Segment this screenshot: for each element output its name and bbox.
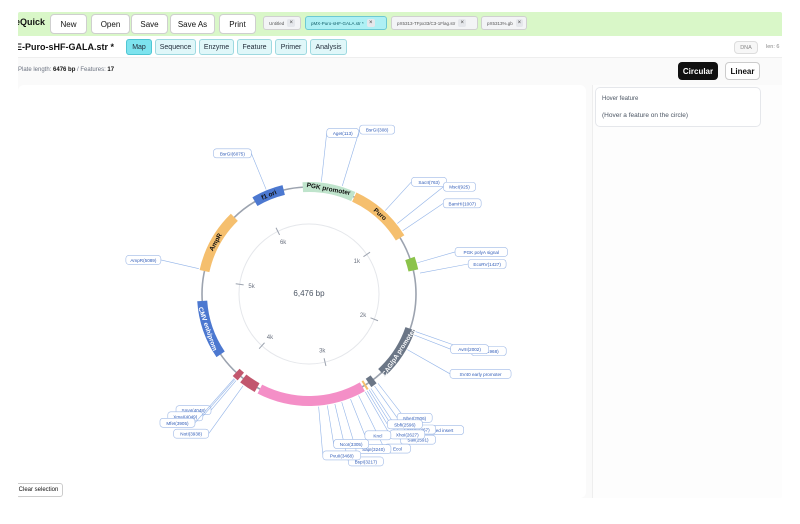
ruler-tick-label: 5k [248, 284, 255, 290]
site-callout-line [419, 263, 469, 274]
app-window: eQuick New Open Save Save As Print Untit… [18, 12, 782, 498]
hover-feature-card: Hover feature (Hover a feature on the ci… [595, 87, 761, 127]
site-label: MscI(925) [449, 185, 470, 190]
plasmid-map-panel: 6,476 bp 1k 2k 3k 4k 5k 6k PGK promoter Puro CAG/… [18, 85, 586, 498]
site-callout-line [202, 379, 236, 417]
ruler-tick [275, 227, 281, 236]
feature-arc [240, 374, 260, 392]
site-label: BsrGI(308) [366, 128, 389, 133]
feature-label: CAG/pA promoter [381, 328, 417, 378]
site-label: PGK polyA signal [464, 250, 500, 255]
feature-arc [257, 382, 365, 406]
site-callout-line [402, 203, 444, 232]
side-panel: Hover feature (Hover a feature on the ci… [592, 85, 782, 498]
site-label: EcoRV(1427) [473, 262, 501, 267]
site-label: SbfI(2596) [394, 422, 416, 427]
site-label: SV40 early promoter [459, 372, 502, 377]
site-label: BamHI(1007) [449, 201, 477, 206]
site-label: AmpR(5089) [130, 258, 157, 263]
ruler-tick [363, 251, 371, 258]
site-callout-line [321, 132, 328, 182]
clear-selection-button[interactable]: Clear selection [18, 483, 63, 497]
site-callout-line [374, 385, 398, 418]
ruler-tick-label: 3k [319, 348, 326, 354]
ruler-tick-label: 6k [280, 240, 287, 246]
site-callout-line [384, 181, 412, 211]
site-label: Ecol [393, 447, 402, 452]
site-callout-line [407, 349, 451, 375]
site-label: AvrII(2002) [458, 347, 481, 352]
site-label: MfeI(3905) [166, 421, 189, 426]
site-label: AgeI(113) [333, 131, 353, 136]
site-label: XhoI(2627) [396, 432, 419, 437]
ruler-tick [235, 283, 244, 286]
site-callout-line [210, 380, 237, 411]
site-label: NotI(3938) [180, 432, 202, 437]
feature-arc [365, 375, 377, 388]
site-label: BsrGI(6075) [220, 151, 245, 156]
site-label: Kncl [373, 433, 382, 438]
site-callout-line [397, 186, 444, 224]
site-label: PvuII(3468) [330, 453, 354, 458]
site-label: NcoI(3305) [340, 442, 363, 447]
site-callout-line [417, 251, 456, 264]
hover-feature-hint: (Hover a feature on the circle) [602, 112, 688, 119]
site-label: SacII(763) [418, 180, 440, 185]
site-callout-line [341, 129, 360, 187]
site-callout-line [251, 153, 267, 190]
hover-feature-title: Hover feature [602, 96, 639, 102]
ruler-tick-label: 4k [267, 335, 274, 341]
site-callout-line [194, 378, 235, 423]
ruler-tick-label: 1k [354, 259, 361, 265]
site-callout-line [160, 259, 199, 269]
ruler-tick-label: 2k [360, 313, 367, 319]
plasmid-size-label: 6,476 bp [293, 289, 325, 298]
site-callout-line [327, 405, 334, 445]
feature-arc [405, 256, 419, 272]
site-callout-line [318, 406, 324, 456]
